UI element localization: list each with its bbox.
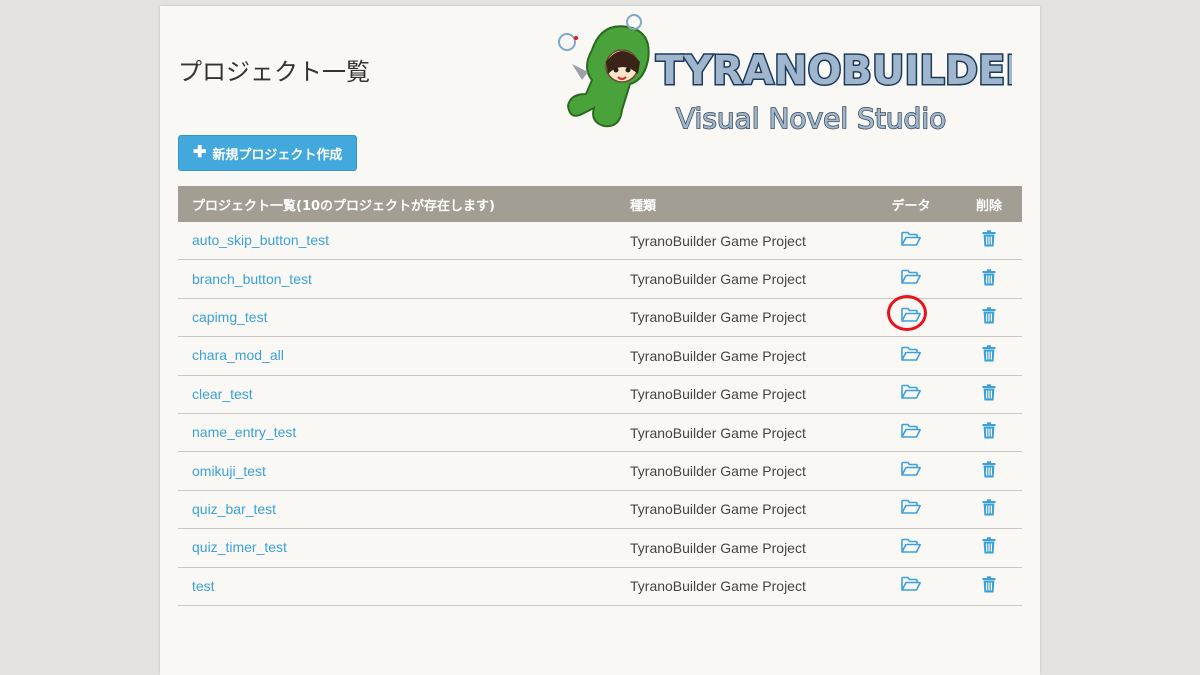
open-data-button[interactable] bbox=[901, 576, 921, 592]
delete-button[interactable] bbox=[982, 230, 996, 247]
trash-icon bbox=[982, 230, 996, 247]
folder-open-icon bbox=[901, 500, 921, 515]
delete-button[interactable] bbox=[982, 268, 996, 286]
delete-button[interactable] bbox=[982, 460, 996, 478]
trash-icon bbox=[982, 384, 996, 401]
trash-icon bbox=[982, 460, 996, 478]
table-row: auto_skip_button_test TyranoBuilder Game… bbox=[178, 222, 1022, 261]
highlight-circle bbox=[887, 295, 927, 332]
table-body: auto_skip_button_test TyranoBuilder Game… bbox=[178, 222, 1022, 606]
delete-button[interactable] bbox=[982, 537, 996, 554]
header-data: データ bbox=[891, 198, 931, 214]
table-row: name_entry_test TyranoBuilder Game Proje… bbox=[178, 414, 1022, 453]
project-link[interactable]: branch_button_test bbox=[192, 271, 312, 287]
trash-icon bbox=[982, 268, 996, 286]
open-data-button[interactable] bbox=[901, 538, 921, 554]
open-data-button[interactable] bbox=[901, 384, 921, 400]
table-row: quiz_timer_test TyranoBuilder Game Proje… bbox=[178, 529, 1022, 568]
table-header: プロジェクト一覧(10のプロジェクトが存在します) 種類 データ 削除 bbox=[178, 186, 1022, 222]
project-type: TyranoBuilder Game Project bbox=[630, 539, 806, 556]
folder-open-icon bbox=[901, 461, 921, 476]
tyranobuilder-logo: TYRANOBUILDER Visual Novel Studio bbox=[552, 10, 1038, 138]
header-name: プロジェクト一覧(10のプロジェクトが存在します) bbox=[192, 198, 495, 214]
project-link[interactable]: test bbox=[192, 578, 215, 594]
project-link[interactable]: quiz_timer_test bbox=[192, 539, 287, 555]
table-row: test TyranoBuilder Game Project bbox=[178, 568, 1022, 606]
project-link[interactable]: clear_test bbox=[192, 386, 253, 402]
delete-button[interactable] bbox=[982, 576, 996, 593]
logo-graphic: TYRANOBUILDER Visual Novel Studio bbox=[558, 14, 1038, 136]
open-data-button[interactable] bbox=[887, 295, 927, 332]
page-title: プロジェクト一覧 bbox=[178, 58, 370, 86]
project-link[interactable]: omikuji_test bbox=[192, 463, 266, 479]
project-type: TyranoBuilder Game Project bbox=[630, 424, 806, 441]
trash-icon bbox=[982, 345, 996, 362]
delete-button[interactable] bbox=[982, 345, 996, 362]
table-row: clear_test TyranoBuilder Game Project bbox=[178, 376, 1022, 414]
folder-open-icon bbox=[901, 231, 921, 246]
project-type: TyranoBuilder Game Project bbox=[630, 578, 806, 595]
open-data-button[interactable] bbox=[901, 423, 921, 439]
project-type: TyranoBuilder Game Project bbox=[630, 347, 806, 364]
table-row: quiz_bar_test TyranoBuilder Game Project bbox=[178, 491, 1022, 530]
delete-button[interactable] bbox=[982, 307, 996, 324]
new-project-button[interactable]: ✚ 新規プロジェクト作成 bbox=[178, 135, 358, 171]
main-panel: プロジェクト一覧 TYRANOBUILDER Visual Novel Stud… bbox=[160, 6, 1040, 675]
svg-text:Visual Novel Studio: Visual Novel Studio bbox=[676, 102, 946, 135]
project-link[interactable]: capimg_test bbox=[192, 309, 267, 325]
table-row: omikuji_test TyranoBuilder Game Project bbox=[178, 452, 1022, 491]
mascot-icon bbox=[558, 14, 650, 128]
folder-open-icon bbox=[901, 346, 921, 361]
trash-icon bbox=[982, 499, 996, 516]
header-type: 種類 bbox=[630, 198, 657, 214]
delete-button[interactable] bbox=[982, 422, 996, 439]
folder-open-icon bbox=[901, 423, 921, 438]
folder-open-icon bbox=[901, 538, 921, 553]
open-data-button[interactable] bbox=[901, 499, 921, 515]
trash-icon bbox=[982, 307, 996, 324]
project-type: TyranoBuilder Game Project bbox=[630, 309, 806, 326]
delete-button[interactable] bbox=[982, 384, 996, 401]
project-type: TyranoBuilder Game Project bbox=[630, 232, 806, 249]
project-link[interactable]: auto_skip_button_test bbox=[192, 232, 329, 248]
header-delete: 削除 bbox=[975, 198, 1002, 214]
trash-icon bbox=[982, 576, 996, 593]
project-link[interactable]: chara_mod_all bbox=[192, 347, 284, 363]
project-link[interactable]: quiz_bar_test bbox=[192, 501, 276, 517]
project-type: TyranoBuilder Game Project bbox=[630, 271, 806, 288]
folder-open-icon bbox=[901, 576, 921, 592]
folder-open-icon bbox=[901, 384, 921, 400]
project-link[interactable]: name_entry_test bbox=[192, 424, 296, 440]
delete-button[interactable] bbox=[982, 499, 996, 516]
project-type: TyranoBuilder Game Project bbox=[630, 501, 806, 518]
open-data-button[interactable] bbox=[901, 231, 921, 247]
table-row: branch_button_test TyranoBuilder Game Pr… bbox=[178, 260, 1022, 299]
trash-icon bbox=[982, 537, 996, 554]
project-type: TyranoBuilder Game Project bbox=[630, 386, 806, 403]
project-table: プロジェクト一覧(10のプロジェクトが存在します) 種類 データ 削除 auto… bbox=[178, 186, 1022, 606]
project-type: TyranoBuilder Game Project bbox=[630, 463, 806, 480]
svg-text:TYRANOBUILDER: TYRANOBUILDER bbox=[656, 48, 1012, 94]
new-project-label: 新規プロジェクト作成 bbox=[212, 146, 343, 162]
open-data-button[interactable] bbox=[901, 269, 921, 285]
trash-icon bbox=[982, 422, 996, 439]
folder-open-icon bbox=[901, 269, 921, 284]
open-data-button[interactable] bbox=[901, 346, 921, 362]
plus-icon: ✚ bbox=[193, 144, 207, 161]
open-data-button[interactable] bbox=[901, 461, 921, 477]
table-row: chara_mod_all TyranoBuilder Game Project bbox=[178, 337, 1022, 376]
table-row: capimg_test TyranoBuilder Game Project bbox=[178, 295, 1022, 338]
